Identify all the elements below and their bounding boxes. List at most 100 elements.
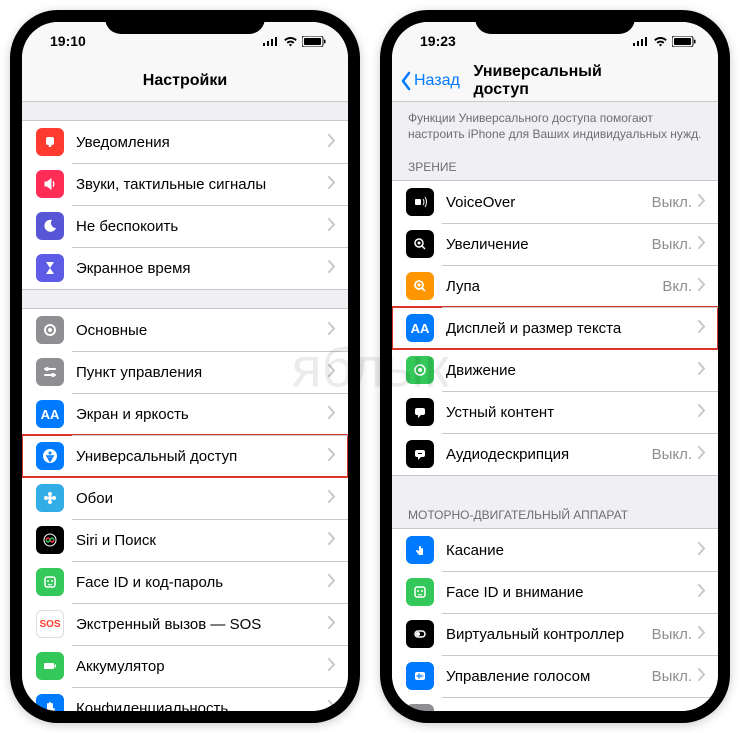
row-label: Звуки, тактильные сигналы: [76, 176, 328, 193]
moon-icon: [36, 212, 64, 240]
row-value: Выкл.: [652, 194, 692, 211]
speaker-icon: [36, 170, 64, 198]
audiodesc-icon: [406, 440, 434, 468]
row-label: Виртуальный контроллер: [446, 626, 652, 643]
sidebutton-icon: [406, 704, 434, 711]
row-label: Касание: [446, 542, 698, 559]
chevron-right-icon: [328, 406, 336, 419]
list-item[interactable]: Виртуальный контроллер Выкл.: [392, 613, 718, 655]
list-item[interactable]: Экранное время: [22, 247, 348, 289]
list-item[interactable]: Уведомления: [22, 121, 348, 163]
list-item[interactable]: Движение: [392, 349, 718, 391]
back-button[interactable]: Назад: [392, 71, 460, 91]
chevron-right-icon: [698, 362, 706, 375]
settings-group: VoiceOver Выкл. Увеличение Выкл. Лупа Вк…: [392, 180, 718, 476]
list-item[interactable]: Аккумулятор: [22, 645, 348, 687]
chevron-right-icon: [328, 616, 336, 629]
row-label: Лупа: [446, 278, 662, 295]
disclosure-icon: [328, 364, 336, 381]
disclosure-icon: [328, 322, 336, 339]
list-item[interactable]: Увеличение Выкл.: [392, 223, 718, 265]
section-header: ЗРЕНИЕ: [392, 146, 718, 180]
back-label: Назад: [414, 72, 460, 90]
chevron-right-icon: [328, 218, 336, 231]
row-label: Основные: [76, 322, 328, 339]
list-item[interactable]: AA Дисплей и размер текста: [392, 307, 718, 349]
list-item[interactable]: Обои: [22, 477, 348, 519]
hourglass-icon: [36, 254, 64, 282]
description-text: Функции Универсального доступа помогают …: [392, 102, 718, 146]
screen-right: 19:23 Назад Универсальный доступ Функции…: [392, 22, 718, 711]
battery-icon: [672, 36, 696, 47]
list-item[interactable]: VoiceOver Выкл.: [392, 181, 718, 223]
face-icon: [36, 568, 64, 596]
hand-icon: [36, 694, 64, 711]
siri-icon: [36, 526, 64, 554]
chevron-right-icon: [698, 710, 706, 711]
list-item[interactable]: Боковая кнопка: [392, 697, 718, 711]
settings-group: Уведомления Звуки, тактильные сигналы Не…: [22, 120, 348, 290]
chevron-right-icon: [328, 490, 336, 503]
motion-icon: [406, 356, 434, 384]
disclosure-icon: [328, 616, 336, 633]
disclosure-icon: [698, 362, 706, 379]
accessibility-list[interactable]: Функции Универсального доступа помогают …: [392, 102, 718, 711]
phone-left: 19:10 Настройки Уведомления Звуки, такти…: [10, 10, 360, 723]
row-label: Движение: [446, 362, 698, 379]
chevron-right-icon: [698, 668, 706, 681]
settings-group: Касание Face ID и внимание Виртуальный к…: [392, 528, 718, 711]
bell-icon: [36, 128, 64, 156]
chevron-right-icon: [328, 176, 336, 189]
row-value: Выкл.: [652, 668, 692, 685]
disclosure-icon: [698, 446, 706, 463]
list-item[interactable]: Аудиодескрипция Выкл.: [392, 433, 718, 475]
chevron-right-icon: [328, 364, 336, 377]
row-label: Пункт управления: [76, 364, 328, 381]
chevron-left-icon: [400, 71, 412, 91]
list-item[interactable]: AA Экран и яркость: [22, 393, 348, 435]
gear-icon: [36, 316, 64, 344]
disclosure-icon: [328, 574, 336, 591]
face-icon: [406, 578, 434, 606]
list-item[interactable]: SOS Экстренный вызов — SOS: [22, 603, 348, 645]
screen-left: 19:10 Настройки Уведомления Звуки, такти…: [22, 22, 348, 711]
row-label: Дисплей и размер текста: [446, 320, 698, 337]
row-label: Увеличение: [446, 236, 652, 253]
chevron-right-icon: [698, 542, 706, 555]
row-label: Аккумулятор: [76, 658, 328, 675]
wifi-icon: [653, 36, 668, 47]
disclosure-icon: [328, 490, 336, 507]
list-item[interactable]: Не беспокоить: [22, 205, 348, 247]
disclosure-icon: [328, 218, 336, 235]
row-label: Универсальный доступ: [76, 448, 328, 465]
list-item[interactable]: Siri и Поиск: [22, 519, 348, 561]
touch-icon: [406, 536, 434, 564]
list-item[interactable]: Face ID и внимание: [392, 571, 718, 613]
disclosure-icon: [698, 236, 706, 253]
chevron-right-icon: [328, 322, 336, 335]
list-item[interactable]: Управление голосом Выкл.: [392, 655, 718, 697]
disclosure-icon: [328, 406, 336, 423]
status-icons: [633, 36, 696, 47]
switches-icon: [36, 358, 64, 386]
chevron-right-icon: [698, 320, 706, 333]
settings-list[interactable]: Уведомления Звуки, тактильные сигналы Не…: [22, 102, 348, 711]
disclosure-icon: [328, 658, 336, 675]
list-item[interactable]: Face ID и код-пароль: [22, 561, 348, 603]
list-item[interactable]: Универсальный доступ: [22, 435, 348, 477]
row-label: Экстренный вызов — SOS: [76, 616, 328, 633]
person-icon: [36, 442, 64, 470]
nav-bar: Назад Универсальный доступ: [392, 60, 718, 102]
chevron-right-icon: [328, 260, 336, 273]
list-item[interactable]: Касание: [392, 529, 718, 571]
chevron-right-icon: [328, 532, 336, 545]
phone-right: 19:23 Назад Универсальный доступ Функции…: [380, 10, 730, 723]
list-item[interactable]: Пункт управления: [22, 351, 348, 393]
list-item[interactable]: Основные: [22, 309, 348, 351]
list-item[interactable]: Конфиденциальность: [22, 687, 348, 711]
row-value: Выкл.: [652, 446, 692, 463]
chevron-right-icon: [698, 446, 706, 459]
list-item[interactable]: Лупа Вкл.: [392, 265, 718, 307]
list-item[interactable]: Устный контент: [392, 391, 718, 433]
list-item[interactable]: Звуки, тактильные сигналы: [22, 163, 348, 205]
